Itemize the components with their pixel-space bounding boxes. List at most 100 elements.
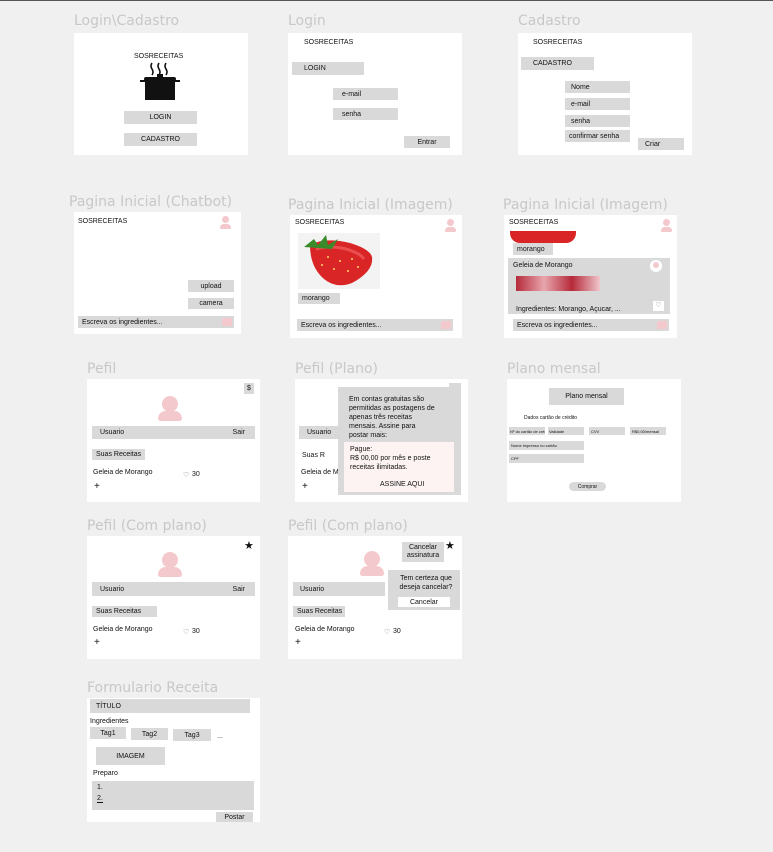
preparation-field[interactable] [92,781,254,810]
logout-button[interactable]: Sair [233,586,251,593]
profile-icon [650,260,662,272]
dollar-button[interactable]: $ [244,383,254,394]
profile-premium-screen: ★ Usuario Sair Suas Receitas Geleia de M… [87,536,260,659]
brand-label: SOSRECEITAS [78,218,128,225]
criar-button[interactable]: Criar [638,138,684,150]
brand-label: SOSRECEITAS [304,39,354,46]
recipe-form-screen: TÍTULO Ingredientes Tag1 Tag2 Tag3 ... I… [87,698,260,822]
top-border [0,0,773,1]
recipe-item: Geleia de M [301,469,339,476]
add-button[interactable]: + [94,481,100,492]
screen-title: Pagina Inicial (Imagem) [288,197,453,213]
recipe-item[interactable]: Geleia de Morango [295,626,355,633]
cardholder-name-field[interactable]: Nome impresso no cartão [509,441,584,450]
screen-title: Cadastro [518,13,581,29]
profile-icon[interactable] [444,219,456,233]
star-icon: ★ [445,540,455,552]
password-field[interactable]: senha [333,108,398,120]
subscribe-button[interactable]: ASSINE AQUI [380,480,424,489]
tag-chip[interactable]: Tag3 [173,729,211,741]
heart-icon[interactable]: ♡ [183,471,189,479]
recipe-ingredients: Ingredientes: Morango, Açucar, ... [516,306,621,313]
buy-button[interactable]: Comprar [569,482,606,491]
avatar-body [158,567,182,577]
logout-button[interactable]: Sair [233,429,251,436]
camera-button[interactable]: camera [188,298,234,309]
cancel-subscription-button[interactable]: Cancelar assinatura [402,542,444,562]
screen-title: Login [288,13,326,29]
login-header: LOGIN [292,62,364,75]
tag-chip: morango [513,243,553,255]
screen-title: Formulario Receita [87,680,219,696]
confirm-cancel-dialog: Tem certeza que deseja cancelar? Cancela… [388,570,460,610]
screen-title: Pefil (Com plano) [87,518,207,534]
send-icon[interactable] [441,321,451,329]
heart-icon[interactable]: ♡ [384,628,390,636]
screen-title: Pefil (Com plano) [288,518,408,534]
heart-icon[interactable]: ♡ [183,628,189,636]
profile-icon[interactable] [660,219,672,233]
profile-plan-screen: Usuario Suas R Geleia de M + Em contas g… [295,379,468,502]
email-field[interactable]: e-mail [565,98,630,110]
email-field[interactable]: e-mail [333,88,398,100]
username: Usuario [100,429,125,436]
image-upload-button[interactable]: IMAGEM [96,747,165,765]
star-icon[interactable]: ★ [244,539,254,552]
brand-label: SOSRECEITAS [134,53,184,60]
login-button[interactable]: LOGIN [124,111,197,124]
user-bar: Usuario [293,582,385,596]
strawberry-image [298,233,380,289]
modal-corner [449,383,461,395]
ingredients-input[interactable]: Escreva os ingredientes... [513,319,669,331]
cadastro-screen: SOSRECEITAS CADASTRO Nome e-mail senha c… [518,33,692,155]
ingredients-input[interactable]: Escreva os ingredientes... [78,316,234,328]
pricing-box: Pague: R$ 00,00 por mês e poste receitas… [344,442,454,492]
profile-icon[interactable] [219,216,231,230]
like-count: 30 [192,471,200,478]
add-button[interactable]: + [295,637,301,648]
heart-icon[interactable]: ♡ [653,301,664,311]
your-recipes-label[interactable]: Suas Receitas [92,606,157,617]
more-tags[interactable]: ... [217,733,223,740]
your-recipes-label[interactable]: Suas Receitas [293,606,345,617]
preparation-label: Preparo [93,770,118,777]
cvv-field[interactable]: CVV [589,427,625,435]
password-field[interactable]: senha [565,115,630,127]
cadastro-button[interactable]: CADASTRO [124,133,197,146]
confirm-cancel-button[interactable]: Cancelar [398,597,450,607]
card-data-label: Dados cartão de crédito [524,415,578,421]
send-icon[interactable] [657,321,667,329]
tag-chip[interactable]: Tag2 [131,728,168,740]
tag-chip[interactable]: Tag1 [90,727,126,739]
recipe-title: Geleia de Morango [513,262,573,269]
expiry-field[interactable]: Validade [548,427,584,435]
post-button[interactable]: Postar [216,812,253,822]
title-field[interactable]: TÍTULO [90,699,250,713]
name-field[interactable]: Nome [565,81,630,93]
your-recipes-label[interactable]: Suas Receitas [92,449,145,460]
ingredients-label: Ingredientes [90,718,129,725]
recipe-item[interactable]: Geleia de Morango [93,626,153,633]
brand-label: SOSRECEITAS [509,219,559,226]
jam-image [516,276,600,291]
upload-button[interactable]: upload [188,280,234,292]
plan-header: Plano mensal [549,388,624,405]
add-button[interactable]: + [94,637,100,648]
send-icon[interactable] [222,318,232,326]
entrar-button[interactable]: Entrar [404,136,450,148]
cpf-field[interactable]: CPF [509,454,584,463]
card-number-field[interactable]: Nº do cartão de crédito [509,427,545,435]
confirm-password-field[interactable]: confirmar senha [565,130,630,142]
step-item: 1. [97,784,103,791]
login-cadastro-screen: SOSRECEITAS LOGIN CADASTRO [74,33,248,155]
step-item: 2. [97,795,103,803]
recipe-item[interactable]: Geleia de Morango [93,469,153,476]
screen-title: Login\Cadastro [74,13,180,29]
screen-title: Pagina Inicial (Chatbot) [69,194,233,210]
user-bar: Usuario Sair [92,426,255,439]
screen-title: Plano mensal [507,361,601,377]
home-recipe-screen: SOSRECEITAS morango Geleia de Morango In… [504,215,677,338]
ingredients-input[interactable]: Escreva os ingredientes... [297,319,453,331]
home-image-screen: SOSRECEITAS morango Escreva os ingredien… [290,215,462,338]
your-recipes-label: Suas R [302,452,325,459]
